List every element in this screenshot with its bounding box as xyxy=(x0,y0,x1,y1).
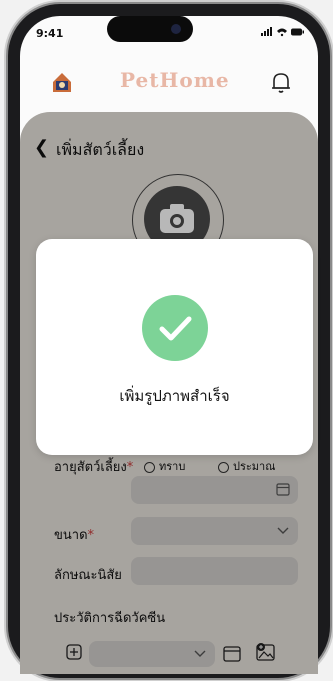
success-message: เพิ่มรูปภาพสำเร็จ xyxy=(119,387,230,405)
check-circle-icon xyxy=(142,295,208,361)
bell-icon[interactable] xyxy=(270,70,292,94)
success-dialog: เพิ่มรูปภาพสำเร็จ xyxy=(36,239,313,455)
status-time: 9:41 xyxy=(36,27,64,40)
house-icon[interactable] xyxy=(50,70,74,94)
dynamic-island xyxy=(107,16,193,42)
app-header: PetHome xyxy=(20,62,318,110)
status-indicators xyxy=(261,27,305,40)
brand-logo: PetHome xyxy=(120,68,230,92)
